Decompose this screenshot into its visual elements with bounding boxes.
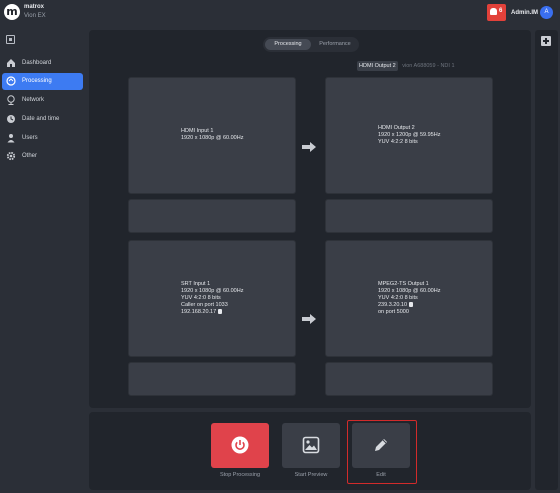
stop-processing-label: Stop Processing	[219, 472, 261, 478]
avatar[interactable]: A	[540, 6, 553, 19]
output-option-selected[interactable]: HDMI Output 2	[357, 61, 398, 71]
output-card-footer	[325, 362, 493, 396]
user-icon	[7, 134, 15, 143]
top-bar: m matrox Vion EX 6 Admin.IM A	[0, 0, 560, 28]
sidebar-item-label: Other	[22, 153, 38, 159]
product-name: Vion EX	[24, 13, 46, 19]
card-detail: YUV 4:2:2 8 bits	[378, 139, 418, 145]
sidebar-item-network[interactable]: Network	[2, 92, 83, 109]
arrow-right-icon	[302, 142, 316, 152]
gear-icon	[6, 151, 16, 161]
notifications-button[interactable]: 6	[487, 4, 506, 21]
right-panel	[535, 30, 558, 490]
output-selector: HDMI Output 2 vion A688059 - NDI 1	[357, 61, 455, 71]
image-icon	[302, 436, 320, 454]
sidebar: Dashboard Processing Network Date and ti…	[0, 28, 86, 493]
brand-name: matrox	[24, 4, 45, 10]
clock-icon	[7, 115, 15, 123]
action-bar	[89, 412, 531, 490]
sidebar-item-label: Date and time	[22, 116, 60, 122]
power-icon	[231, 436, 249, 454]
home-icon	[7, 59, 15, 67]
sidebar-item-date-and-time[interactable]: Date and time	[2, 111, 83, 128]
start-preview-label: Start Preview	[294, 472, 328, 478]
card-detail: 239.3.20.10	[378, 302, 408, 308]
output-option[interactable]: vion A688059 - NDI 1	[402, 61, 454, 71]
bell-icon	[490, 8, 497, 15]
sidebar-item-label: Network	[22, 97, 45, 103]
stop-processing-button[interactable]	[211, 423, 269, 468]
copy-icon[interactable]	[409, 302, 414, 307]
input-card-hdmi[interactable]: HDMI Input 1 1920 x 1080p @ 60.00Hz	[128, 77, 296, 194]
globe-icon	[7, 95, 15, 105]
copy-icon[interactable]	[218, 309, 223, 314]
sidebar-item-label: Processing	[22, 78, 52, 84]
card-detail: 1920 x 1200p @ 59.95Hz	[378, 132, 441, 138]
card-detail: 1920 x 1080p @ 60.00Hz	[181, 135, 244, 141]
sidebar-item-users[interactable]: Users	[2, 130, 83, 147]
arrow-right-icon	[302, 314, 316, 324]
input-card-footer	[128, 362, 296, 396]
card-title: SRT Input 1	[181, 281, 211, 287]
card-detail: 192.168.20.17	[181, 309, 217, 315]
sidebar-item-label: Users	[22, 135, 38, 141]
output-card-footer	[325, 199, 493, 233]
notification-count: 6	[499, 8, 503, 14]
tab-processing[interactable]: Processing	[265, 39, 311, 50]
card-detail: Caller on port 1033	[181, 302, 228, 308]
card-detail: 1920 x 1080p @ 60.00Hz	[378, 288, 441, 294]
card-detail: YUV 4:2:0 8 bits	[378, 295, 418, 301]
card-detail: 1920 x 1080p @ 60.00Hz	[181, 288, 244, 294]
sidebar-item-processing[interactable]: Processing	[2, 73, 83, 90]
tab-performance[interactable]: Performance	[313, 39, 357, 50]
add-icon[interactable]	[541, 36, 551, 46]
sidebar-toggle-icon[interactable]	[6, 35, 15, 44]
card-title: HDMI Input 1	[181, 128, 214, 134]
input-card-srt[interactable]: SRT Input 1 1920 x 1080p @ 60.00Hz YUV 4…	[128, 240, 296, 357]
sidebar-item-other[interactable]: Other	[2, 148, 83, 165]
card-title: MPEG2-TS Output 1	[378, 281, 429, 287]
edit-highlight-box	[347, 420, 417, 484]
input-card-footer	[128, 199, 296, 233]
sidebar-item-label: Dashboard	[22, 60, 52, 66]
processing-icon	[6, 76, 16, 86]
matrox-logo-icon: m	[4, 4, 20, 20]
sidebar-item-dashboard[interactable]: Dashboard	[2, 55, 83, 72]
view-tabs: Processing Performance	[263, 37, 359, 52]
start-preview-button[interactable]	[282, 423, 340, 468]
output-card-mpeg2ts[interactable]: MPEG2-TS Output 1 1920 x 1080p @ 60.00Hz…	[325, 240, 493, 357]
card-detail: on port 5000	[378, 309, 409, 315]
user-name[interactable]: Admin.IM	[511, 10, 538, 16]
card-detail: YUV 4:2:0 8 bits	[181, 295, 221, 301]
output-card-hdmi[interactable]: HDMI Output 2 1920 x 1200p @ 59.95Hz YUV…	[325, 77, 493, 194]
card-title: HDMI Output 2	[378, 125, 415, 131]
